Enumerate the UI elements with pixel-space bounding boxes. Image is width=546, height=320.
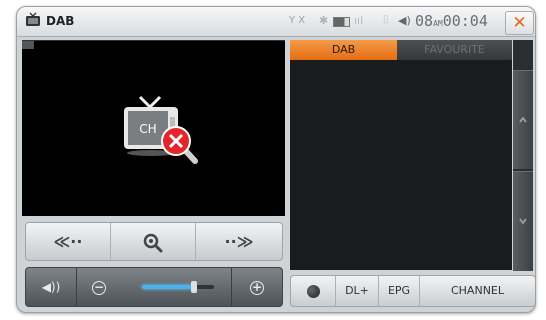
volume-up-button[interactable]: +	[231, 268, 282, 306]
video-display[interactable]: CH	[22, 40, 285, 216]
dl-plus-button[interactable]: DL+	[336, 276, 379, 306]
search-icon	[143, 233, 163, 252]
scan-button[interactable]	[111, 223, 196, 260]
chevron-down-icon	[519, 218, 527, 225]
function-toolbar: DL+ EPG CHANNEL	[290, 275, 535, 307]
battery-icon	[333, 17, 350, 27]
volume-status-icon: ◀)	[398, 14, 411, 27]
tv-screen-text: CH	[139, 122, 156, 136]
close-button[interactable]: ✕	[505, 11, 534, 35]
speaker-icon: ◀))	[41, 280, 61, 294]
scrollbar[interactable]	[513, 40, 533, 271]
volume-bar: ◀)) − +	[25, 267, 283, 307]
globe-button[interactable]	[291, 276, 336, 306]
mute-button[interactable]: ◀))	[26, 268, 77, 306]
status-bar: DAB Y X ✱ ııl ▯ ◀) 08AM00:04 ✕	[17, 7, 535, 37]
channel-button[interactable]: CHANNEL	[420, 276, 535, 306]
clock: 08AM00:04	[415, 12, 488, 30]
video-corner	[22, 41, 34, 49]
volume-slider-handle[interactable]	[190, 281, 197, 293]
scroll-down-button[interactable]	[513, 171, 533, 271]
transport-controls: ≪·· ··≫	[25, 222, 283, 261]
next-button[interactable]: ··≫	[196, 223, 282, 260]
volume-slider-fill	[142, 285, 194, 289]
station-tabs: DAB FAVOURITE	[290, 40, 512, 60]
globe-icon	[306, 284, 320, 298]
previous-button[interactable]: ≪··	[26, 223, 111, 260]
phone-signal-icon: ııl	[354, 14, 364, 27]
volume-down-button[interactable]: −	[77, 268, 121, 306]
minus-icon: −	[92, 279, 106, 295]
clock-hour: 08	[415, 12, 434, 30]
chevron-up-icon	[519, 116, 527, 123]
volume-slider[interactable]	[142, 281, 214, 293]
epg-button[interactable]: EPG	[379, 276, 420, 306]
tab-favourite[interactable]: FAVOURITE	[397, 40, 512, 60]
app-title: DAB	[46, 14, 75, 28]
tab-dab[interactable]: DAB	[290, 40, 397, 60]
clock-ampm: AM	[433, 19, 443, 28]
no-signal-icon: CH	[124, 95, 198, 164]
lock-icon: ▯	[383, 14, 389, 25]
tv-icon	[26, 12, 40, 26]
dab-window: DAB Y X ✱ ııl ▯ ◀) 08AM00:04 ✕ CH ≪·· ··…	[16, 6, 536, 313]
bluetooth-icon: ✱	[319, 14, 329, 27]
clock-minutes: 00:04	[442, 12, 488, 30]
station-list[interactable]	[290, 60, 512, 270]
signal-icon: Y X	[289, 15, 306, 26]
plus-icon: +	[250, 279, 264, 295]
scroll-up-button[interactable]	[513, 70, 533, 169]
